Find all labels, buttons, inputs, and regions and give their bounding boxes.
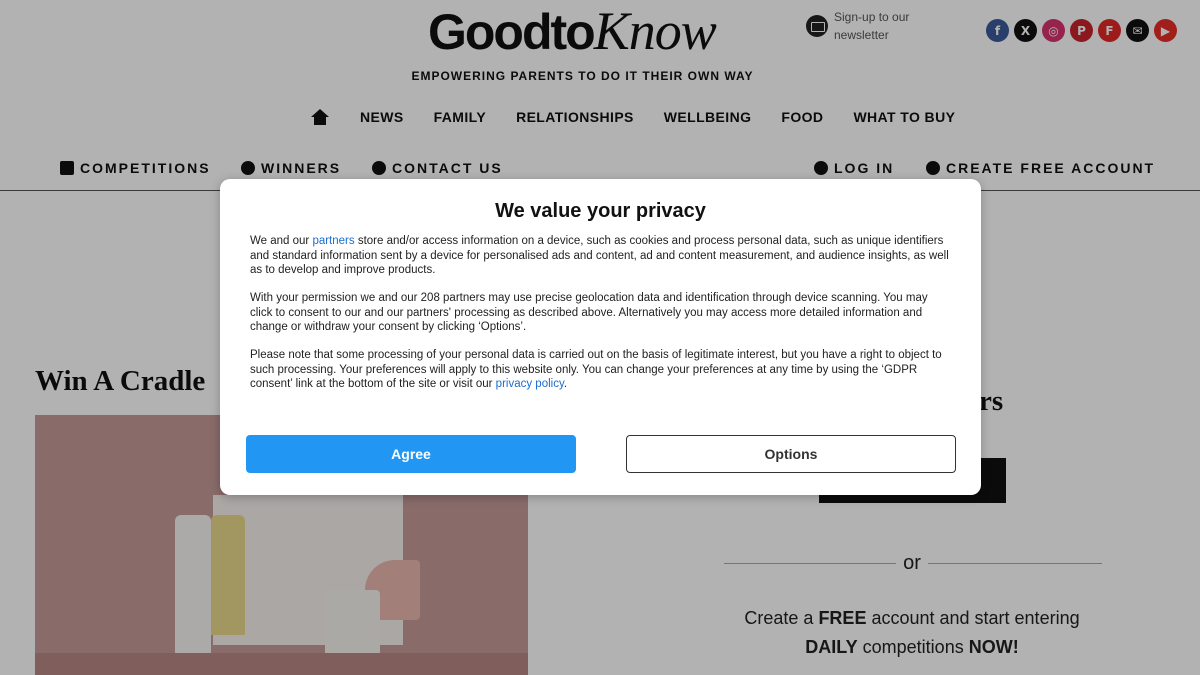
partners-link[interactable]: partners xyxy=(312,235,354,247)
consent-p1-text-a: We and our xyxy=(250,235,313,247)
options-button[interactable]: Options xyxy=(626,435,956,473)
consent-p1-text-b: store and/or access information on a dev… xyxy=(250,235,949,276)
consent-p3-text-a: Please note that some processing of your… xyxy=(250,349,942,390)
consent-paragraph-1: We and our partners store and/or access … xyxy=(250,234,950,278)
privacy-policy-link[interactable]: privacy policy xyxy=(496,378,564,390)
consent-p3-text-b: . xyxy=(563,378,568,390)
privacy-consent-dialog: We value your privacy We and our partner… xyxy=(220,179,981,495)
consent-title: We value your privacy xyxy=(495,200,706,222)
consent-paragraph-2: With your permission we and our 208 part… xyxy=(250,292,928,333)
agree-button[interactable]: Agree xyxy=(246,435,576,473)
consent-paragraph-3: Please note that some processing of your… xyxy=(250,348,950,392)
